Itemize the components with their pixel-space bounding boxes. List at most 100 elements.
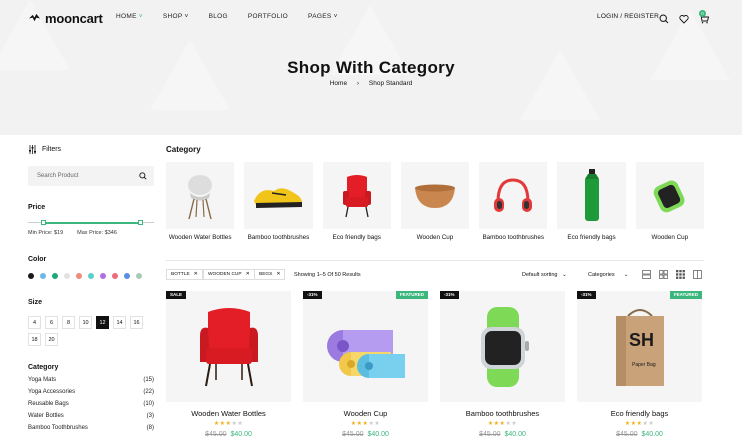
size-option[interactable]: 4 [28, 316, 41, 329]
category-card[interactable]: Bamboo toothbrushes [244, 162, 313, 241]
color-heading: Color [28, 256, 47, 263]
cart-count-badge: 0 [699, 10, 706, 17]
nav-pages[interactable]: PAGES ˅ [308, 13, 338, 20]
size-options: 4 6 8 10 12 14 16 18 20 [28, 316, 148, 346]
product-card[interactable]: -31% Bamboo toothbrushes ★★★★★ $45.00 $40.00 [440, 291, 565, 438]
product-card[interactable]: SALE Wooden Water Bottles ★★★★★ $45.00 $40.0… [166, 291, 291, 438]
shop-toolbar: BOTTLE ✕ WOODEN CUP ✕ BEGS ✕ Showing 1–5 Of… [166, 269, 704, 281]
filter-chip[interactable]: BOTTLE ✕ [166, 269, 203, 280]
color-swatch[interactable] [28, 273, 34, 279]
logo[interactable]: mooncart [28, 11, 103, 26]
category-card[interactable]: Wooden Cup [635, 162, 704, 241]
category-list-item[interactable]: Reusable Bags (10) [28, 401, 154, 407]
search-icon[interactable] [659, 11, 670, 24]
size-option[interactable]: 10 [79, 316, 92, 329]
nav-portfolio[interactable]: PORTFOLIO [248, 13, 288, 20]
filter-icon [29, 145, 36, 154]
nav-label: HOME [116, 13, 137, 20]
product-image[interactable]: -31% FEATURED [303, 291, 428, 402]
heart-icon[interactable] [679, 11, 690, 24]
nav-shop[interactable]: SHOP ˅ [163, 13, 189, 20]
nav-label: SHOP [162, 13, 183, 20]
product-name[interactable]: Bamboo toothbrushes [440, 409, 565, 418]
search-icon[interactable] [139, 172, 147, 180]
slider-handle-min[interactable] [41, 220, 46, 225]
category-count: (22) [143, 389, 154, 395]
category-list-item[interactable]: Yoga Accessories (22) [28, 389, 154, 395]
sort-label: Default sorting [522, 272, 558, 278]
color-swatch[interactable] [40, 273, 46, 279]
product-image[interactable]: SALE [166, 291, 291, 402]
color-swatches [28, 273, 154, 279]
product-name[interactable]: Eco friendly bags [577, 409, 702, 418]
category-image [400, 162, 470, 229]
category-count: (3) [146, 413, 154, 419]
filter-chip[interactable]: BEGS ✕ [254, 269, 286, 280]
product-card[interactable]: -31% FEATURED Wooden Cup ★★★★★ $45.00 $40.00 [303, 291, 428, 438]
product-name[interactable]: Wooden Cup [303, 409, 428, 418]
grid-3-view-icon[interactable] [676, 270, 685, 279]
slider-handle-max[interactable] [138, 220, 143, 225]
featured-badge: FEATURED [395, 291, 428, 299]
category-card[interactable]: Wooden Water Bottles [166, 162, 235, 241]
sort-select[interactable]: Default sorting ⌄ [522, 272, 567, 278]
nav-home[interactable]: HOME ˅ [116, 13, 143, 20]
filter-chip[interactable]: WOODEN CUP ✕ [203, 269, 255, 280]
color-swatch[interactable] [88, 273, 94, 279]
discount-badge: -31% [303, 291, 322, 299]
category-image [322, 162, 391, 229]
breadcrumb-current: Shop Standard [368, 80, 413, 87]
category-list-item[interactable]: Water Bottles (3) [28, 413, 154, 419]
product-image[interactable]: -31% FEATURED SH Paper Bag [577, 291, 702, 402]
category-card[interactable]: Eco friendly bags [557, 162, 626, 241]
color-swatch[interactable] [64, 273, 70, 279]
color-swatch[interactable] [136, 273, 142, 279]
color-swatch[interactable] [76, 273, 82, 279]
nav-blog[interactable]: BLOG [209, 13, 228, 20]
product-image[interactable]: -31% [440, 291, 565, 402]
size-option[interactable]: 20 [45, 333, 58, 346]
category-image [244, 162, 313, 229]
color-swatch[interactable] [124, 273, 130, 279]
size-option[interactable]: 6 [45, 316, 58, 329]
results-count: Showing 1–5 Of 50 Results [294, 272, 361, 278]
category-label: Wooden Cup [651, 234, 689, 241]
color-swatch[interactable] [100, 273, 106, 279]
size-option[interactable]: 16 [130, 316, 143, 329]
breadcrumb: Home › Shop Standard [0, 80, 742, 87]
page-title: Shop With Category [287, 58, 455, 77]
login-register-link[interactable]: LOGIN / REGISTER [597, 13, 659, 20]
category-name: Water Bottles [28, 413, 64, 419]
close-icon[interactable]: ✕ [246, 272, 250, 277]
category-section-title: Category [166, 145, 201, 154]
price-slider[interactable] [28, 220, 154, 226]
size-option[interactable]: 8 [62, 316, 75, 329]
category-select[interactable]: Categories ⌄ [588, 272, 628, 278]
size-option[interactable]: 12 [96, 316, 109, 329]
category-list-item[interactable]: Bamboo Toothbrushes (8) [28, 425, 154, 431]
product-name[interactable]: Wooden Water Bottles [166, 409, 291, 418]
category-list-item[interactable]: Yoga Mats (15) [28, 377, 154, 383]
category-card[interactable]: Eco friendly bags [322, 162, 391, 241]
min-price: Min Price: $19 [28, 230, 64, 236]
close-icon[interactable]: ✕ [194, 272, 198, 277]
page-header: mooncart HOME ˅ SHOP ˅ BLOG PORTFOLIO PA… [0, 0, 742, 135]
category-label: Wooden Water Bottles [168, 234, 232, 241]
product-card[interactable]: -31% FEATURED SH Paper Bag Eco friendly bags… [577, 291, 702, 438]
search-input[interactable]: Search Product [28, 166, 154, 186]
close-icon[interactable]: ✕ [276, 272, 280, 277]
sidebar-view-icon[interactable] [693, 270, 702, 279]
breadcrumb-home[interactable]: Home [330, 80, 347, 87]
color-swatch[interactable] [112, 273, 118, 279]
discount-badge: -31% [440, 291, 459, 299]
category-label: Bamboo toothbrushes [482, 234, 545, 241]
filters-header[interactable]: Filters [28, 145, 154, 154]
list-view-icon[interactable] [642, 270, 651, 279]
category-card[interactable]: Bamboo toothbrushes [479, 162, 548, 241]
color-swatch[interactable] [52, 273, 58, 279]
category-card[interactable]: Wooden Cup [400, 162, 470, 241]
size-option[interactable]: 18 [28, 333, 41, 346]
grid-2-view-icon[interactable] [659, 270, 668, 279]
old-price: $45.00 [342, 431, 364, 438]
size-option[interactable]: 14 [113, 316, 126, 329]
